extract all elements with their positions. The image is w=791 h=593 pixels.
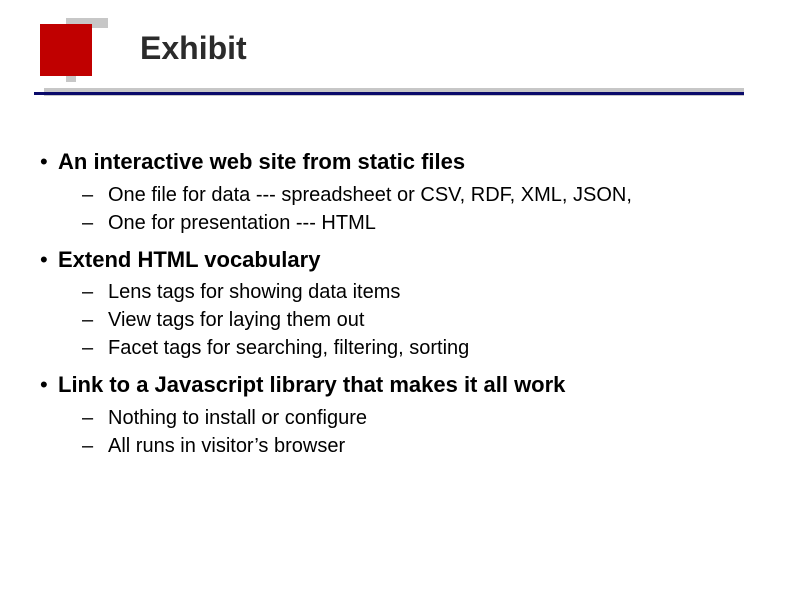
dash-icon: – [82, 183, 108, 207]
slide: Exhibit • An interactive web site from s… [0, 0, 791, 593]
sub-bullet-item: – Lens tags for showing data items [82, 279, 751, 305]
dash-icon: – [82, 211, 108, 235]
slide-header: Exhibit [0, 0, 791, 96]
slide-body: • An interactive web site from static fi… [40, 148, 751, 469]
bullet-dot-icon: • [40, 374, 58, 396]
sub-bullet-text: One file for data --- spreadsheet or CSV… [108, 182, 632, 208]
bullet-text: An interactive web site from static file… [58, 148, 465, 176]
sub-bullet-text: Facet tags for searching, filtering, sor… [108, 335, 469, 361]
sub-bullet-text: Lens tags for showing data items [108, 279, 400, 305]
sub-bullet-text: Nothing to install or configure [108, 405, 367, 431]
sub-bullet-list: – One file for data --- spreadsheet or C… [82, 182, 751, 236]
bullet-text: Link to a Javascript library that makes … [58, 371, 565, 399]
dash-icon: – [82, 406, 108, 430]
sub-bullet-item: – Nothing to install or configure [82, 405, 751, 431]
sub-bullet-item: – Facet tags for searching, filtering, s… [82, 335, 751, 361]
sub-bullet-item: – One for presentation --- HTML [82, 210, 751, 236]
bullet-dot-icon: • [40, 249, 58, 271]
dash-icon: – [82, 280, 108, 304]
sub-bullet-text: View tags for laying them out [108, 307, 364, 333]
dash-icon: – [82, 336, 108, 360]
bullet-item: • An interactive web site from static fi… [40, 148, 751, 236]
sub-bullet-item: – View tags for laying them out [82, 307, 751, 333]
sub-bullet-list: – Nothing to install or configure – All … [82, 405, 751, 459]
bullet-item: • Link to a Javascript library that make… [40, 371, 751, 459]
dash-icon: – [82, 434, 108, 458]
header-rule [34, 92, 744, 95]
sub-bullet-item: – One file for data --- spreadsheet or C… [82, 182, 751, 208]
slide-title: Exhibit [140, 30, 247, 67]
sub-bullet-text: All runs in visitor’s browser [108, 433, 345, 459]
dash-icon: – [82, 308, 108, 332]
sub-bullet-text: One for presentation --- HTML [108, 210, 376, 236]
bullet-text: Extend HTML vocabulary [58, 246, 320, 274]
sub-bullet-item: – All runs in visitor’s browser [82, 433, 751, 459]
bullet-item: • Extend HTML vocabulary – Lens tags for… [40, 246, 751, 362]
header-accent-box [40, 24, 92, 76]
bullet-list: • An interactive web site from static fi… [40, 148, 751, 459]
bullet-dot-icon: • [40, 151, 58, 173]
sub-bullet-list: – Lens tags for showing data items – Vie… [82, 279, 751, 361]
